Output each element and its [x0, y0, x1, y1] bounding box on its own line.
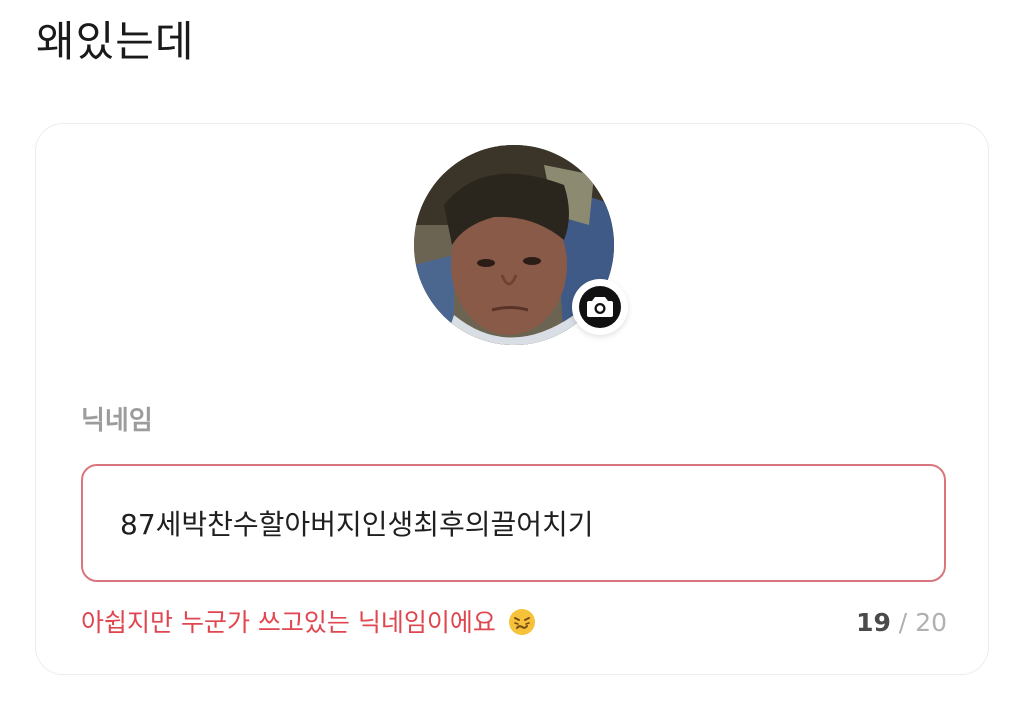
- nickname-error-message: 아쉽지만 누군가 쓰고있는 닉네임이에요: [81, 608, 496, 637]
- camera-icon-wrap: [579, 286, 621, 328]
- character-count-current: 19: [856, 608, 891, 637]
- nickname-input[interactable]: [81, 464, 946, 582]
- character-count-separator: /: [890, 608, 916, 637]
- profile-card: 닉네임 아쉽지만 누군가 쓰고있는 닉네임이에요 19 / 20: [35, 123, 989, 675]
- page-title: 왜있는데: [36, 17, 195, 66]
- nickname-error: 아쉽지만 누군가 쓰고있는 닉네임이에요: [81, 604, 536, 642]
- camera-icon: [587, 297, 613, 317]
- nickname-label: 닉네임: [81, 406, 153, 436]
- character-counter: 19 / 20: [856, 604, 947, 642]
- avatar-section: [414, 145, 628, 345]
- change-photo-button[interactable]: [572, 279, 628, 335]
- worried-face-icon: [508, 609, 535, 635]
- character-count-max: 20: [915, 608, 947, 637]
- nickname-helper-row: 아쉽지만 누군가 쓰고있는 닉네임이에요 19 / 20: [81, 604, 947, 642]
